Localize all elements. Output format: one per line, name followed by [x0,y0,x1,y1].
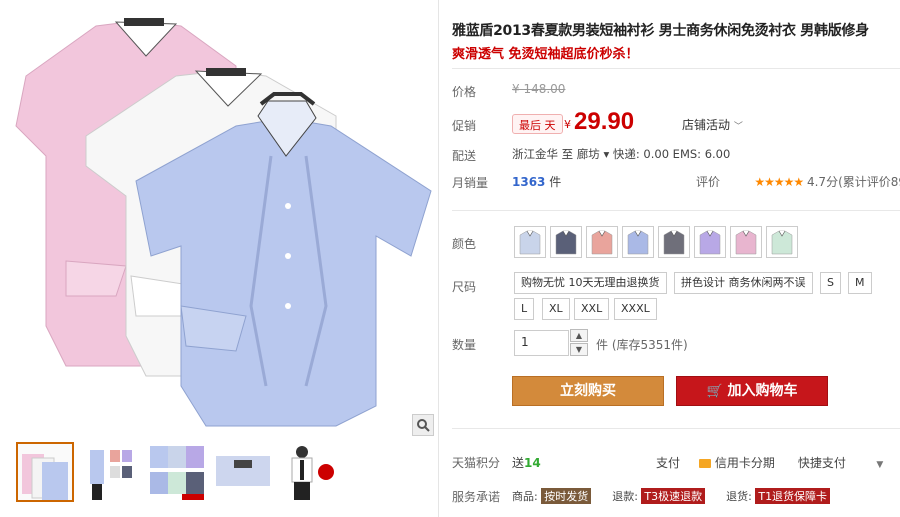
product-gallery [0,0,438,517]
column-divider [438,0,439,517]
size-chip[interactable]: 购物无忧 10天无理由退换货 [514,272,667,294]
quantity-increase-button[interactable]: ▲ [570,329,588,342]
shop-promotion-dropdown[interactable]: 店铺活动 ﹀ [682,116,743,133]
product-info-panel: 雅蓝盾2013春夏款男装短袖衬衫 男士商务休闲免烫衬衣 男韩版修身 爽滑透气 免… [452,0,900,517]
add-to-cart-button[interactable]: 🛒 加入购物车 [676,376,828,406]
shipping-label: 配送 [452,149,477,163]
service-label: 服务承诺 [452,490,501,504]
size-option-m[interactable]: M [848,272,872,294]
color-swatch-8[interactable] [766,226,798,258]
credit-card-icon [699,459,712,468]
payment-label: 支付 [656,456,681,470]
monthly-sales: 1363 件 [512,173,561,190]
rating-text: 4.7分(累计评价8913 [806,175,900,189]
credit-installment-link[interactable]: 信用卡分期 [715,456,775,470]
chevron-down-icon: ﹀ [733,122,743,132]
color-swatch-2[interactable] [550,226,582,258]
points-value: 14 [524,456,541,470]
on-time-delivery-badge[interactable]: 按时发货 [541,488,592,504]
sales-label: 月销量 [452,176,489,190]
size-option-s[interactable]: S [820,272,841,294]
color-swatch-3[interactable] [586,226,618,258]
shirts-illustration [15,18,432,427]
shipping-info[interactable]: 浙江金华 至 廊坊 ▾ 快递: 0.00 EMS: 6.00 [512,146,730,162]
color-swatch-1[interactable] [514,226,546,258]
color-label: 颜色 [452,237,477,251]
quantity-input[interactable]: 1 [514,330,569,356]
original-price: ¥ 148.00 [512,82,566,96]
promo-label: 促销 [452,119,477,133]
color-swatch-7[interactable] [730,226,762,258]
sales-unit: 件 [549,175,562,189]
rating-summary[interactable]: 评价 ★★★★★ 4.7分(累计评价8913 [696,173,900,190]
return-guarantee-badge[interactable]: T1退货保障卡 [755,488,831,504]
size-option-xxl[interactable]: XXL [574,298,610,320]
quick-pay-link[interactable]: 快捷支付 [798,456,846,470]
divider [452,210,900,211]
chevron-down-icon[interactable]: ▼ [876,460,883,470]
size-chip[interactable]: 拼色设计 商务休闲两不误 [674,272,813,294]
service-promises: 商品: 按时发货 退款: T3极速退款 退货: T1退货保障卡 [512,488,831,504]
thumbnail-3[interactable] [148,442,206,502]
payment-options: 支付 信用卡分期 快捷支付 ▼ [656,454,883,471]
color-swatch-6[interactable] [694,226,726,258]
divider [452,428,900,429]
sales-count: 1363 [512,175,546,189]
main-product-image[interactable] [6,6,434,434]
thumbnail-1[interactable] [16,442,74,502]
color-swatch-5[interactable] [658,226,690,258]
currency-symbol: ¥ [564,118,571,131]
add-to-cart-label: 加入购物车 [727,383,798,399]
size-option-l[interactable]: L [514,298,535,320]
zoom-icon[interactable] [412,414,434,436]
size-option-xl[interactable]: XL [542,298,570,320]
stock-info: 件 (库存5351件) [596,338,688,352]
refund-label: 退款: [612,490,638,503]
promo-countdown-badge: 最后 天 [512,114,563,134]
current-price: 29.90 [574,108,635,135]
star-rating-icon: ★★★★★ [754,175,804,189]
thumbnail-2[interactable] [82,442,140,502]
quantity-label: 数量 [452,338,477,352]
points-info: 送14 [512,454,541,471]
size-label: 尺码 [452,280,477,294]
thumbnail-strip [12,442,432,504]
buy-now-button[interactable]: 立刻购买 [512,376,664,406]
shop-promotion-label: 店铺活动 [682,118,731,132]
price-label: 价格 [452,85,477,99]
rating-label: 评价 [696,175,721,189]
divider [452,68,900,69]
goods-label: 商品: [512,490,538,503]
return-label: 退货: [726,490,752,503]
color-swatch-4[interactable] [622,226,654,258]
points-text: 送 [512,456,525,470]
thumbnail-5[interactable] [280,442,338,502]
fast-refund-badge[interactable]: T3极速退款 [641,488,706,504]
product-title: 雅蓝盾2013春夏款男装短袖衬衫 男士商务休闲免烫衬衣 男韩版修身 [452,23,869,39]
points-label: 天猫积分 [452,456,501,470]
size-option-xxxl[interactable]: XXXL [614,298,657,320]
cart-icon: 🛒 [706,384,723,399]
quantity-decrease-button[interactable]: ▼ [570,343,588,356]
thumbnail-4[interactable] [214,442,272,502]
product-subtitle: 爽滑透气 免烫短袖超底价秒杀！ [452,47,639,62]
